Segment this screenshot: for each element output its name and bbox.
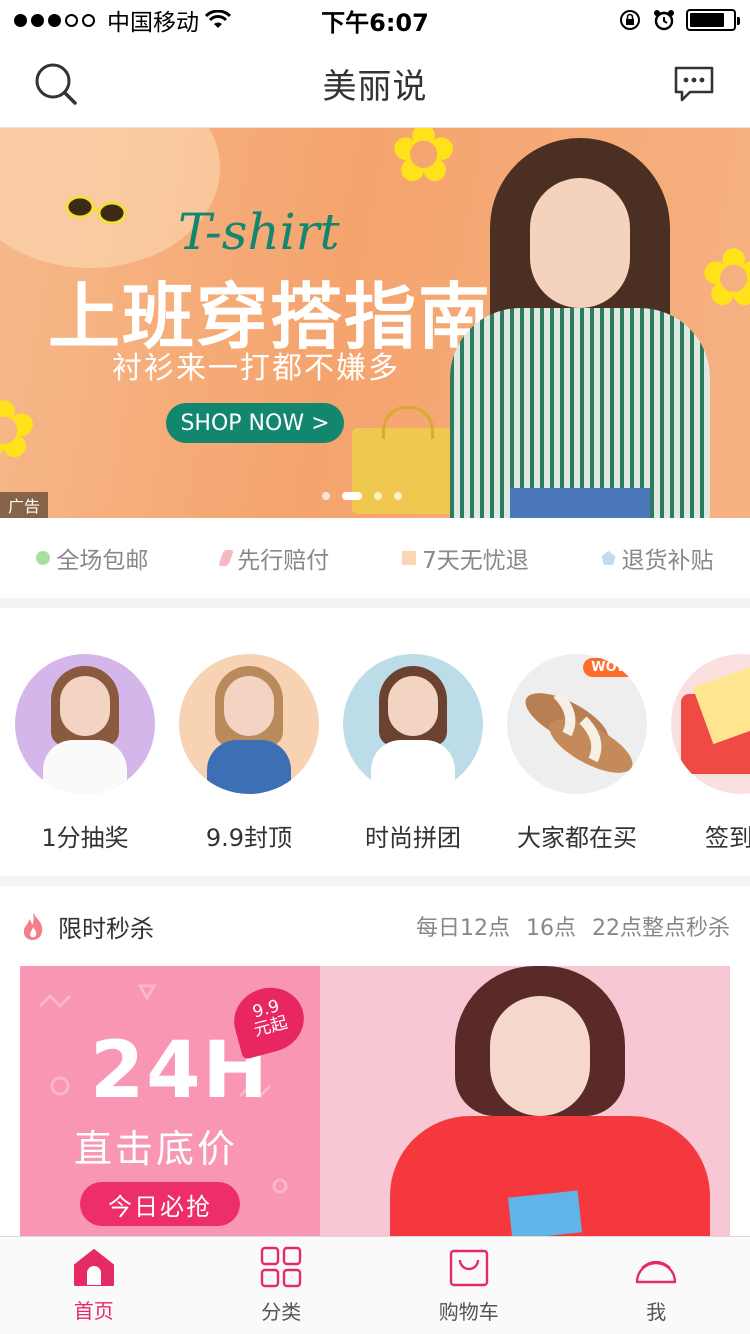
- guarantee-label: 7天无忧退: [422, 548, 529, 574]
- bottom-tab-bar: 首页 分类 购物车 我: [0, 1236, 750, 1334]
- flame-icon: [23, 912, 43, 940]
- status-right: [476, 8, 740, 32]
- category-shortcuts: 1分抽奖 9.9封顶 时尚拼团 WOW 大家都在买 签到: [0, 608, 750, 876]
- category-label: 1分抽奖: [41, 824, 129, 852]
- flash-time: 22点整点秒杀: [592, 916, 730, 941]
- guarantee-compensation: 先行赔付: [218, 541, 330, 575]
- category-label: 大家都在买: [517, 824, 637, 852]
- flash-time: 每日12点: [416, 916, 510, 941]
- tab-label: 首页: [73, 1299, 114, 1323]
- carousel-dot[interactable]: [374, 492, 382, 500]
- category-image: [179, 654, 319, 794]
- signal-strength-icon: [14, 13, 95, 27]
- category-label: 时尚拼团: [365, 824, 461, 852]
- carousel-dot-active[interactable]: [342, 492, 362, 500]
- category-lottery[interactable]: 1分抽奖: [10, 654, 160, 853]
- category-image: [15, 654, 155, 794]
- flower-decoration-icon: ✿: [0, 383, 38, 476]
- flash-sale-section: 限时秒杀 每日12点 16点 22点整点秒杀 24H 直击底价 今日必抢 9.9…: [0, 886, 750, 1236]
- shop-now-button[interactable]: SHOP NOW >: [166, 403, 344, 443]
- ad-tag: 广告: [0, 492, 49, 518]
- category-checkin[interactable]: 签到领: [666, 654, 750, 853]
- orientation-lock-icon: [620, 10, 640, 30]
- banner-model-image: [450, 138, 730, 518]
- page-title: 美丽说: [322, 67, 428, 107]
- promo-banner[interactable]: ✿ ✿ ✿ T-shirt 上班穿搭指南 衬衫来一打都不嫌多 SHOP NOW …: [0, 128, 750, 518]
- banner-english-title: T-shirt: [178, 203, 340, 261]
- shopping-bag-icon: [449, 1249, 488, 1287]
- category-image: [671, 654, 750, 794]
- carousel-dot[interactable]: [322, 492, 330, 500]
- flash-model-image: [380, 966, 720, 1236]
- section-divider: [0, 876, 750, 886]
- guarantee-label: 退货补贴: [621, 548, 714, 574]
- carousel-dot[interactable]: [394, 492, 402, 500]
- green-dot-icon: [36, 551, 51, 565]
- category-group-buy[interactable]: 时尚拼团: [338, 654, 488, 853]
- profile-icon: [636, 1260, 677, 1284]
- category-image: WOW: [507, 654, 647, 794]
- status-time: 下午6:07: [321, 8, 429, 37]
- battery-icon: [686, 9, 740, 31]
- status-left: 中国移动: [14, 3, 274, 37]
- flash-subline: 直击底价: [74, 1127, 239, 1171]
- orange-square-icon: [402, 551, 417, 565]
- category-image: [343, 654, 483, 794]
- category-label: 签到领: [705, 824, 750, 852]
- sunglasses-image: [65, 195, 127, 225]
- wow-badge: WOW: [583, 658, 639, 677]
- status-bar: 中国移动 下午6:07: [0, 0, 750, 40]
- message-icon[interactable]: [672, 64, 716, 104]
- section-divider: [0, 598, 750, 608]
- carrier-name: 中国移动: [107, 10, 199, 36]
- tab-label: 分类: [261, 1300, 302, 1324]
- home-icon: [73, 1249, 114, 1286]
- pink-badge-icon: [218, 550, 235, 566]
- category-grid-icon: [261, 1246, 302, 1288]
- category-popular[interactable]: WOW 大家都在买: [502, 654, 652, 853]
- category-label: 9.9封顶: [205, 824, 293, 852]
- flash-sale-card[interactable]: 24H 直击底价 今日必抢 9.9 元起: [20, 966, 730, 1236]
- today-must-buy-button[interactable]: 今日必抢: [80, 1182, 240, 1226]
- flash-time: 16点: [526, 916, 576, 941]
- guarantee-label: 全场包邮: [56, 548, 149, 574]
- tab-profile[interactable]: 我: [563, 1237, 750, 1334]
- carousel-indicator: [322, 492, 402, 500]
- banner-slogan: 衬衫来一打都不嫌多: [112, 351, 400, 386]
- guarantee-return-subsidy: 退货补贴: [601, 541, 714, 575]
- tab-label: 我: [646, 1300, 667, 1324]
- search-icon[interactable]: [34, 62, 78, 106]
- guarantee-label: 先行赔付: [237, 548, 330, 574]
- alarm-icon: [654, 10, 674, 31]
- handbag-image: [352, 406, 458, 514]
- wifi-icon: [205, 10, 231, 28]
- tab-category[interactable]: 分类: [188, 1237, 376, 1334]
- guarantee-returns: 7天无忧退: [402, 541, 529, 575]
- flash-sale-title: 限时秒杀: [58, 914, 154, 943]
- category-price-cap[interactable]: 9.9封顶: [174, 654, 324, 853]
- flash-sale-header[interactable]: 限时秒杀 每日12点 16点 22点整点秒杀: [0, 886, 750, 966]
- guarantee-free-shipping: 全场包邮: [36, 541, 148, 575]
- flash-card-text-panel: 24H 直击底价 今日必抢 9.9 元起: [20, 966, 320, 1236]
- tab-label: 购物车: [438, 1300, 499, 1324]
- service-guarantees: 全场包邮 先行赔付 7天无忧退 退货补贴: [0, 518, 750, 598]
- tab-home[interactable]: 首页: [0, 1237, 188, 1334]
- tab-cart[interactable]: 购物车: [375, 1237, 563, 1334]
- nav-bar: 美丽说: [0, 40, 750, 128]
- flower-decoration-icon: ✿: [390, 128, 458, 200]
- blue-pentagon-icon: [601, 551, 616, 565]
- flash-sale-times: 每日12点 16点 22点整点秒杀: [416, 910, 730, 942]
